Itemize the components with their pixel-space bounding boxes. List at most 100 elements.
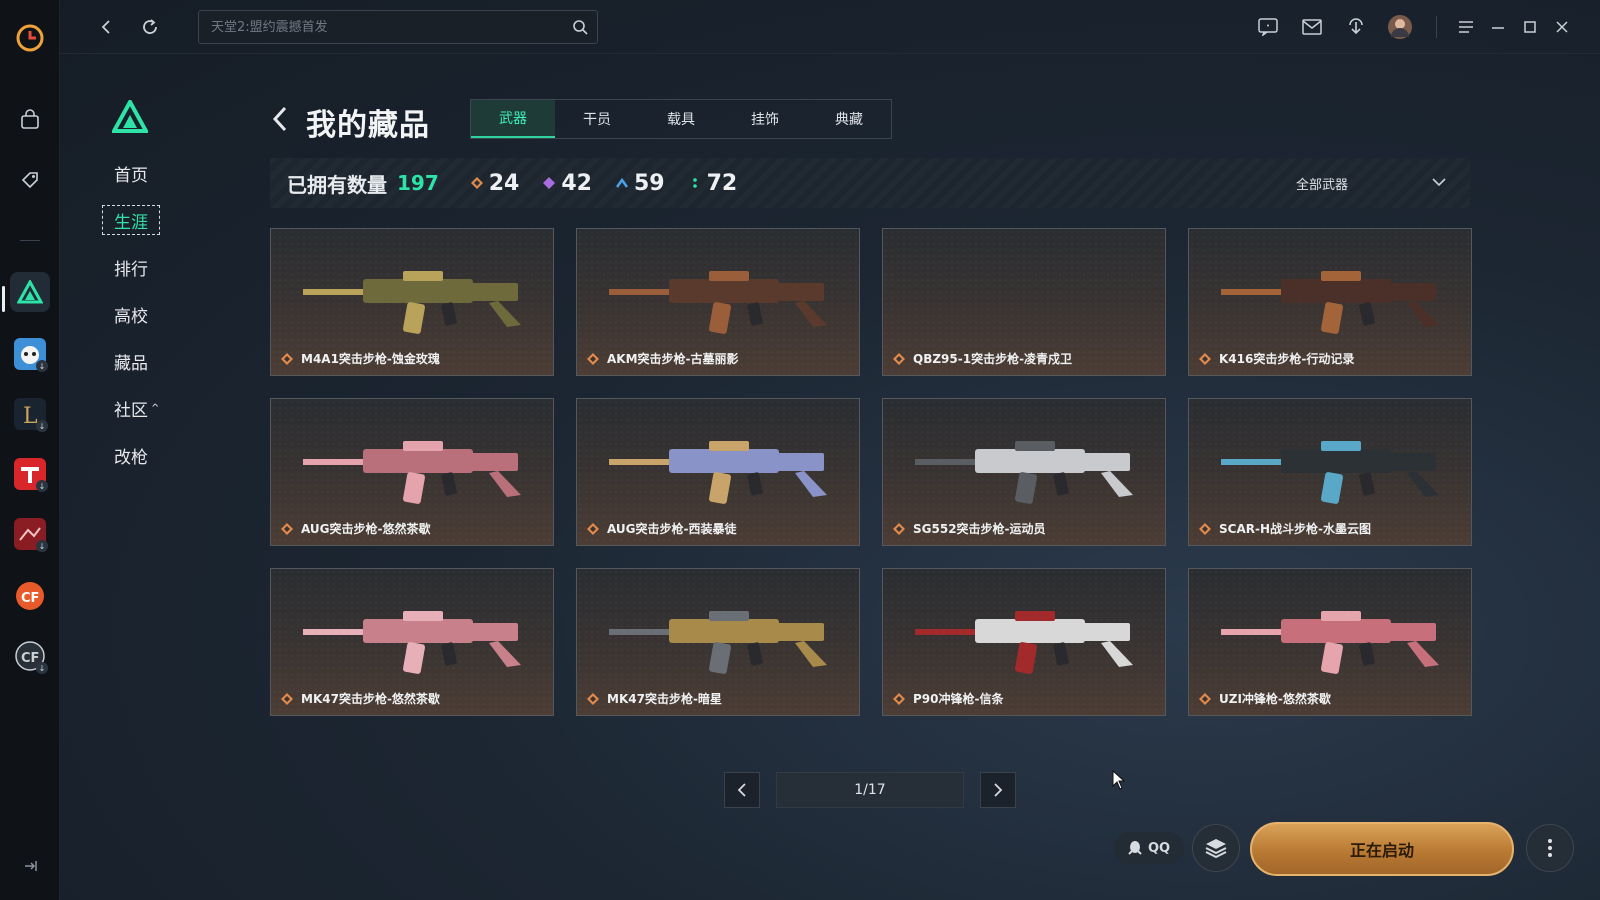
rarity-count: 72: [706, 170, 738, 196]
nav-item-label: 排行: [114, 259, 148, 280]
weapon-card-label: AUG突击步枪-悠然茶歇: [281, 520, 431, 537]
qq-penguin-icon: [1128, 841, 1142, 855]
next-page-button[interactable]: [980, 772, 1016, 808]
weapon-card[interactable]: MK47突击步枪-暗星: [576, 568, 860, 716]
close-icon[interactable]: [1548, 13, 1576, 41]
weapon-filter-dropdown[interactable]: 全部武器: [1296, 158, 1446, 208]
collection-tabs: 武器 干员 载具 挂饰 典藏: [470, 99, 892, 139]
nav-item-ranking[interactable]: 排行: [102, 252, 212, 282]
orange-diamond-icon: [1199, 352, 1211, 365]
weapon-card[interactable]: AKM突击步枪-古墓丽影: [576, 228, 860, 376]
weapon-image-icon: [915, 441, 1133, 504]
rarity-stat-orange: 24: [470, 170, 520, 196]
rarity-count: 24: [488, 170, 520, 196]
delta-force-logo-icon: [110, 97, 150, 134]
refresh-icon[interactable]: [136, 13, 164, 41]
game-icon-red[interactable]: ↓: [10, 514, 50, 554]
nav-item-college[interactable]: 高校: [102, 299, 212, 329]
nav-item-collection[interactable]: 藏品: [102, 346, 212, 376]
green-dots-icon: [689, 177, 701, 189]
game-icon-cf[interactable]: CF: [10, 576, 50, 616]
layers-icon: [1205, 839, 1227, 859]
orange-diamond-icon: [587, 352, 599, 365]
tab-vehicles[interactable]: 载具: [639, 100, 723, 138]
prev-page-button[interactable]: [724, 772, 760, 808]
orange-diamond-icon: [893, 522, 905, 535]
weapon-name: AUG突击步枪-悠然茶歇: [301, 522, 431, 536]
weapon-image-icon: [609, 271, 827, 334]
launch-game-button[interactable]: 正在启动: [1250, 822, 1514, 876]
weapon-card[interactable]: M4A1突击步枪-蚀金玫瑰: [270, 228, 554, 376]
weapon-card-label: P90冲锋枪-信条: [893, 690, 1003, 707]
weapon-card[interactable]: AUG突击步枪-西装暴徒: [576, 398, 860, 546]
weapon-card-label: UZI冲锋枪-悠然茶歇: [1199, 690, 1331, 707]
mail-icon[interactable]: [1298, 13, 1326, 41]
weapon-card[interactable]: SCAR-H战斗步枪-水墨云图: [1188, 398, 1472, 546]
weapon-card-label: K416突击步枪-行动记录: [1199, 350, 1354, 367]
orange-diamond-icon: [587, 692, 599, 705]
mouse-cursor-icon: [1112, 769, 1126, 794]
game-icon-t[interactable]: ↓: [10, 454, 50, 494]
minimize-icon[interactable]: [1484, 13, 1512, 41]
weapon-card[interactable]: AUG突击步枪-悠然茶歇: [270, 398, 554, 546]
page-indicator: 1/17: [776, 772, 964, 808]
chat-icon[interactable]: [1254, 13, 1282, 41]
top-bar: [60, 0, 1600, 54]
weapon-card-label: MK47突击步枪-暗星: [587, 690, 722, 707]
download-badge-icon: ↓: [36, 480, 48, 492]
tab-weapons[interactable]: 武器: [471, 100, 555, 138]
qq-label: QQ: [1147, 840, 1171, 856]
maximize-icon[interactable]: [1516, 13, 1544, 41]
weapon-card[interactable]: K416突击步枪-行动记录: [1188, 228, 1472, 376]
tab-charms[interactable]: 挂饰: [723, 100, 807, 138]
rarity-count: 59: [634, 170, 665, 196]
weapon-card[interactable]: QBZ95-1突击步枪-凌青戍卫: [882, 228, 1166, 376]
nav-item-label: 首页: [114, 165, 148, 186]
tab-collectibles[interactable]: 典藏: [807, 100, 891, 138]
orange-diamond-icon: [893, 352, 905, 365]
qq-login-button[interactable]: QQ: [1114, 832, 1184, 864]
menu-icon[interactable]: [1452, 13, 1480, 41]
weapon-card[interactable]: UZI冲锋枪-悠然茶歇: [1188, 568, 1472, 716]
weapon-image-icon: [303, 611, 521, 674]
search-icon[interactable]: [563, 10, 597, 44]
weapon-name: AKM突击步枪-古墓丽影: [607, 352, 739, 366]
weapon-name: P90冲锋枪-信条: [913, 692, 1004, 706]
weapon-name: MK47突击步枪-悠然茶歇: [301, 692, 440, 706]
weapon-card-label: AUG突击步枪-西装暴徒: [587, 520, 737, 537]
weapon-filter-label: 全部武器: [1295, 177, 1348, 193]
rarity-stat-green: 72: [689, 170, 738, 196]
layers-button[interactable]: [1192, 824, 1240, 872]
weapon-card[interactable]: SG552突击步枪-运动员: [882, 398, 1166, 546]
game-icon-cfhd[interactable]: CF ↓: [10, 636, 50, 676]
chevron-down-icon: [1432, 176, 1446, 191]
game-icon-panda[interactable]: ↓: [10, 334, 50, 374]
collapse-rail-icon[interactable]: [10, 846, 50, 886]
weapon-card-label: AKM突击步枪-古墓丽影: [587, 350, 739, 367]
orange-diamond-icon: [1199, 522, 1211, 535]
weapon-card[interactable]: P90冲锋枪-信条: [882, 568, 1166, 716]
download-icon[interactable]: [1342, 13, 1370, 41]
weapon-image-icon: [303, 441, 521, 504]
game-icon-league[interactable]: L ↓: [10, 394, 50, 434]
app-logo-icon[interactable]: [10, 18, 50, 58]
tag-icon[interactable]: [10, 160, 50, 200]
weapon-name: MK47突击步枪-暗星: [607, 692, 722, 706]
nav-item-community[interactable]: 社区 ^: [102, 393, 212, 423]
back-icon[interactable]: [92, 13, 120, 41]
delta-force-game-icon[interactable]: [10, 272, 50, 312]
orange-diamond-icon: [281, 692, 293, 705]
nav-item-career[interactable]: 生涯: [102, 205, 160, 235]
back-arrow-icon[interactable]: [272, 104, 292, 134]
store-bag-icon[interactable]: [10, 100, 50, 140]
more-options-button[interactable]: [1526, 824, 1574, 872]
search-input[interactable]: [199, 19, 563, 35]
nav-item-gunsmith[interactable]: 改枪: [102, 440, 212, 470]
tab-operators[interactable]: 干员: [555, 100, 639, 138]
search-box: [198, 10, 598, 44]
weapon-card[interactable]: MK47突击步枪-悠然茶歇: [270, 568, 554, 716]
weapon-card-label: M4A1突击步枪-蚀金玫瑰: [281, 350, 440, 367]
active-indicator: [2, 286, 5, 312]
avatar[interactable]: [1386, 13, 1414, 41]
nav-item-home[interactable]: 首页: [102, 158, 212, 188]
